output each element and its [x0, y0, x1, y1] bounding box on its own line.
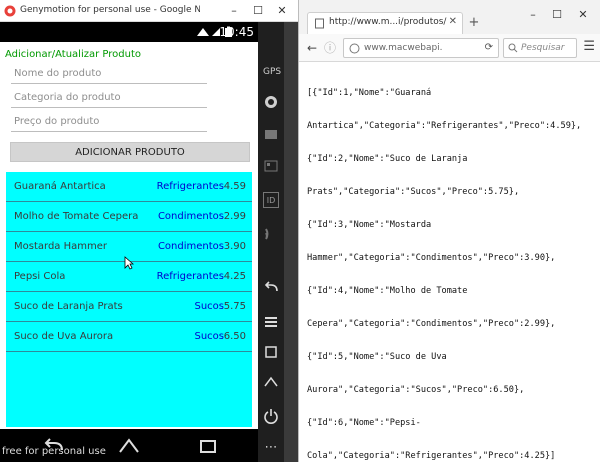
android-screen: 10:45 Adicionar/Atualizar Produto Nome d… — [0, 22, 258, 462]
reload-icon[interactable]: ⟳ — [485, 42, 493, 53]
list-item[interactable]: Suco de Uva Aurora Sucos 6.50 — [6, 322, 252, 352]
product-category-input[interactable]: Categoria do produto — [11, 90, 207, 108]
product-price: 6.50 — [223, 331, 246, 342]
browser-toolbar: ← ⓘ www.macwebapi. ⟳ Pesquisar ☰ — [299, 34, 600, 62]
genymotion-titlebar: Genymotion for personal use - Google Nex… — [0, 0, 298, 22]
browser-window: http://www.m...i/produtos/ ✕ + – ☐ ✕ ← ⓘ… — [298, 0, 600, 462]
product-category: Condimentos — [157, 211, 224, 222]
status-time: 10:45 — [219, 25, 254, 39]
json-line: {"Id":4,"Nome":"Molho de Tomate — [307, 286, 468, 296]
search-placeholder: Pesquisar — [521, 43, 565, 53]
camera-icon[interactable] — [263, 94, 279, 110]
product-name: Guaraná Antartica — [14, 181, 106, 192]
json-line: Antartica","Categoria":"Refrigerantes","… — [307, 121, 582, 131]
back-button[interactable]: ← — [303, 39, 321, 57]
product-category: Condimentos — [157, 241, 224, 252]
rss-icon[interactable] — [263, 226, 279, 242]
maximize-button[interactable]: ☐ — [246, 2, 270, 20]
genymotion-window: Genymotion for personal use - Google Nex… — [0, 0, 298, 462]
browser-close-button[interactable]: ✕ — [571, 6, 595, 24]
json-line: Prats","Categoria":"Sucos","Preco":5.75}… — [307, 187, 520, 197]
search-input[interactable]: Pesquisar — [503, 38, 577, 58]
product-list: Guaraná Antartica Refrigerantes 4.59 Mol… — [6, 172, 252, 427]
home-icon[interactable] — [263, 374, 279, 390]
menu-icon[interactable]: ☰ — [583, 39, 595, 54]
browser-minimize-button[interactable]: – — [521, 6, 545, 24]
mouse-cursor-icon — [124, 256, 134, 270]
product-name: Pepsi Cola — [14, 271, 66, 282]
json-line: {"Id":2,"Nome":"Suco de Laranja — [307, 154, 468, 164]
browser-maximize-button[interactable]: ☐ — [545, 6, 569, 24]
product-price: 4.59 — [223, 181, 246, 192]
video-icon[interactable] — [263, 126, 279, 142]
product-name: Mostarda Hammer — [14, 241, 107, 252]
power-icon[interactable] — [263, 408, 279, 424]
genymotion-window-title: Genymotion for personal use - Google Nex… — [20, 5, 200, 15]
json-line: Hammer","Categoria":"Condimentos","Preco… — [307, 253, 556, 263]
browser-tab[interactable]: http://www.m...i/produtos/ ✕ — [307, 12, 463, 34]
json-line: Aurora","Categoria":"Sucos","Preco":6.50… — [307, 385, 525, 395]
genymotion-side-toolbar: GPS ID ⋯ — [258, 22, 284, 462]
genymotion-edge — [284, 22, 298, 462]
product-price: 4.25 — [223, 271, 246, 282]
product-price: 5.75 — [223, 301, 246, 312]
product-name: Suco de Laranja Prats — [14, 301, 123, 312]
url-text: www.macwebapi. — [364, 43, 443, 53]
product-price-input[interactable]: Preço do produto — [11, 114, 207, 132]
product-category: Sucos — [194, 301, 224, 312]
json-line: [{"Id":1,"Nome":"Guaraná — [307, 88, 432, 98]
product-category: Sucos — [194, 331, 224, 342]
json-line: {"Id":6,"Nome":"Pepsi- — [307, 418, 421, 428]
add-product-button[interactable]: ADICIONAR PRODUTO — [10, 142, 250, 162]
media-icon[interactable] — [263, 158, 279, 174]
json-line: Cepera","Categoria":"Condimentos","Preco… — [307, 319, 556, 329]
product-price: 3.90 — [223, 241, 246, 252]
id-icon[interactable]: ID — [263, 192, 279, 208]
recents-icon[interactable] — [263, 344, 279, 360]
genymotion-logo-icon — [4, 5, 16, 17]
browser-tab-bar: http://www.m...i/produtos/ ✕ + – ☐ ✕ — [299, 0, 600, 34]
close-button[interactable]: ✕ — [270, 2, 294, 20]
search-icon — [508, 43, 518, 53]
back-icon[interactable] — [263, 280, 279, 296]
product-name: Suco de Uva Aurora — [14, 331, 114, 342]
android-status-bar: 10:45 — [0, 22, 258, 42]
forward-button[interactable]: ⓘ — [321, 39, 339, 57]
desktop: Genymotion for personal use - Google Nex… — [0, 0, 600, 462]
new-tab-button[interactable]: + — [465, 15, 483, 31]
more-icon[interactable]: ⋯ — [263, 440, 279, 456]
tab-close-icon[interactable]: ✕ — [449, 16, 457, 27]
minimize-button[interactable]: – — [222, 2, 246, 20]
product-price: 2.99 — [223, 211, 246, 222]
menu-icon[interactable] — [263, 314, 279, 330]
recents-nav-icon[interactable] — [196, 436, 220, 456]
tab-title: http://www.m...i/produtos/ — [329, 17, 447, 27]
page-title: Adicionar/Atualizar Produto — [5, 49, 141, 60]
product-name: Molho de Tomate Cepera — [14, 211, 139, 222]
json-line: {"Id":3,"Nome":"Mostarda — [307, 220, 432, 230]
info-icon — [349, 43, 360, 54]
product-name-input[interactable]: Nome do produto — [11, 66, 207, 84]
json-line: Cola","Categoria":"Refrigerantes","Preco… — [307, 451, 556, 461]
json-response-text: [{"Id":1,"Nome":"Guaraná Antartica","Cat… — [307, 66, 597, 462]
watermark-text: free for personal use — [2, 446, 106, 457]
page-icon — [315, 18, 324, 29]
url-bar[interactable]: www.macwebapi. ⟳ — [343, 38, 499, 58]
list-item[interactable]: Guaraná Antartica Refrigerantes 4.59 — [6, 172, 252, 202]
home-nav-icon[interactable] — [117, 436, 141, 456]
json-line: {"Id":5,"Nome":"Suco de Uva — [307, 352, 447, 362]
product-category: Refrigerantes — [156, 181, 224, 192]
product-category: Refrigerantes — [156, 271, 224, 282]
gps-icon[interactable]: GPS — [263, 64, 281, 80]
list-item[interactable]: Suco de Laranja Prats Sucos 5.75 — [6, 292, 252, 322]
list-item[interactable]: Molho de Tomate Cepera Condimentos 2.99 — [6, 202, 252, 232]
